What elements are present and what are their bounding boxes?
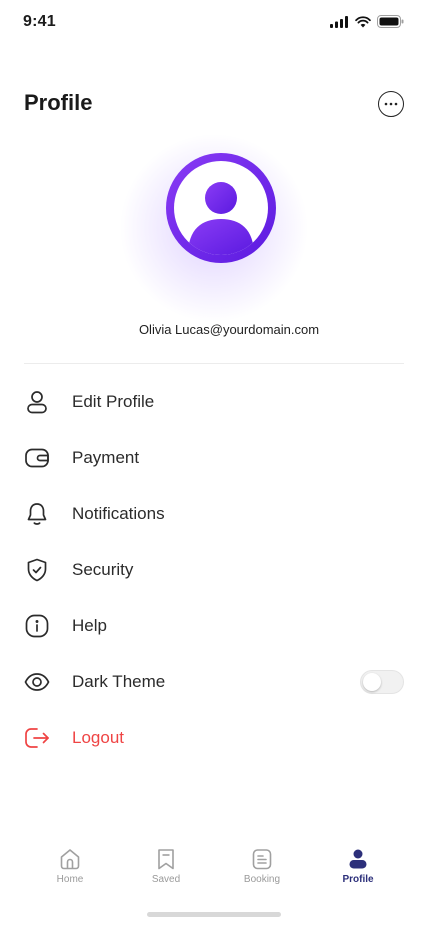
info-icon [24,613,50,639]
menu-item-label: Dark Theme [72,672,166,691]
menu-item-label: Security [72,560,134,579]
bottom-tab-bar: Home Saved Booking Profile [0,848,428,896]
avatar-container [119,133,309,323]
menu-item-label: Help [72,616,107,635]
logout-icon [24,725,50,751]
wifi-icon [355,15,371,27]
tab-label: Home [56,874,84,885]
home-icon [60,849,80,870]
shield-check-icon [24,557,50,583]
signal-icon [330,15,348,28]
bookmark-icon [158,849,174,870]
status-icons [330,15,404,28]
battery-icon [377,15,404,28]
status-bar: 9:41 [0,0,428,44]
avatar-inner [174,161,268,255]
home-indicator [147,912,281,917]
profile-icon [349,849,367,869]
profile-menu: Edit Profile Payment Notifications Secur… [24,374,404,766]
more-horizontal-icon [384,102,398,106]
bell-icon [24,501,50,527]
menu-item-dark-theme[interactable]: Dark Theme [24,654,404,710]
tab-profile[interactable]: Profile [310,848,406,896]
page-title: Profile [24,90,93,115]
user-icon [24,389,50,415]
dark-theme-toggle[interactable] [360,670,404,694]
tab-booking[interactable]: Booking [214,848,310,896]
menu-item-logout[interactable]: Logout [24,710,404,766]
user-avatar-icon [188,182,254,255]
menu-item-label: Payment [72,448,140,467]
tab-label: Booking [243,874,281,885]
eye-icon [24,669,50,695]
status-time: 9:41 [23,13,56,30]
header: Profile [24,86,404,122]
menu-item-edit-profile[interactable]: Edit Profile [24,374,404,430]
tab-label: Saved [151,874,181,885]
divider [24,363,404,364]
document-icon [252,849,272,870]
tab-home[interactable]: Home [22,848,118,896]
menu-item-payment[interactable]: Payment [24,430,404,486]
tab-label: Profile [342,874,374,885]
menu-item-label: Notifications [72,504,165,523]
menu-item-label: Logout [72,728,124,747]
menu-item-notifications[interactable]: Notifications [24,486,404,542]
more-options-button[interactable] [378,91,404,117]
toggle-knob [363,673,381,691]
wallet-icon [24,445,50,471]
menu-item-help[interactable]: Help [24,598,404,654]
menu-item-label: Edit Profile [72,392,155,411]
avatar[interactable] [166,153,276,263]
profile-email: Olivia Lucas@yourdomain.com [138,322,320,337]
menu-item-security[interactable]: Security [24,542,404,598]
tab-saved[interactable]: Saved [118,848,214,896]
